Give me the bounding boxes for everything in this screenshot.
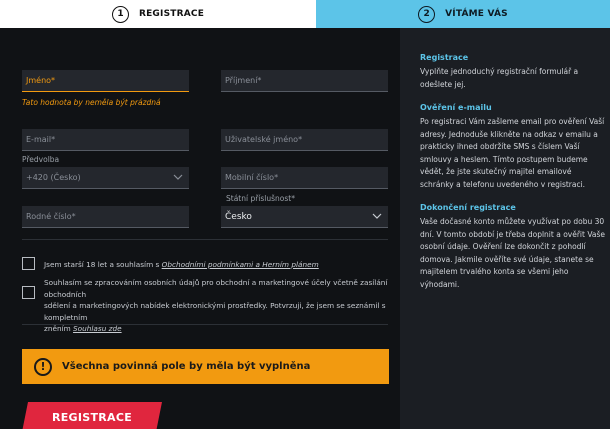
terms-checkbox[interactable]: [22, 257, 35, 270]
birth-number-placeholder: Rodné číslo*: [26, 212, 76, 221]
registration-steps: 1 REGISTRACE 2 VÍTÁME VÁS: [0, 0, 610, 28]
completion-heading: Dokončení registrace: [420, 203, 516, 212]
terms-label: Jsem starší 18 let a souhlasím s: [44, 260, 160, 269]
registrace-heading: Registrace: [420, 53, 469, 62]
email-field[interactable]: E-mail*: [22, 129, 189, 151]
first-name-field[interactable]: Jméno*: [22, 70, 189, 92]
step-label: VÍTÁME VÁS: [445, 9, 508, 19]
registrace-text: Vyplňte jednoduchý registrační formulář …: [420, 67, 579, 89]
first-name-error: Tato hodnota by neměla být prázdná: [22, 98, 161, 107]
completion-text: Vaše dočasné konto můžete využívat po do…: [420, 217, 605, 289]
mobile-field[interactable]: Mobilní číslo*: [221, 167, 388, 189]
birth-number-field[interactable]: Rodné číslo*: [22, 206, 189, 228]
consent-line-1: Souhlasím se zpracováním osobních údajů …: [44, 278, 388, 299]
consent-text: Souhlasím se zpracováním osobních údajů …: [44, 277, 394, 335]
terms-link[interactable]: Obchodními podmínkami a Herním plánem: [162, 260, 319, 269]
citizenship-value: Česko: [225, 211, 252, 222]
warning-icon: !: [34, 357, 52, 376]
step-number: 1: [111, 5, 129, 23]
chevron-down-icon: [173, 174, 183, 180]
username-placeholder: Uživatelské jméno*: [225, 135, 303, 144]
last-name-field[interactable]: Příjmení*: [221, 70, 388, 92]
prefix-select[interactable]: +420 (Česko): [22, 167, 189, 189]
citizenship-select[interactable]: Česko: [221, 206, 388, 228]
divider: [22, 324, 388, 325]
consent-checkbox[interactable]: [22, 286, 35, 299]
submit-button[interactable]: REGISTRACE: [22, 402, 162, 429]
last-name-placeholder: Příjmení*: [225, 76, 262, 85]
email-placeholder: E-mail*: [26, 135, 56, 144]
prefix-value: +420 (Česko): [26, 173, 81, 182]
validation-alert: ! Všechna povinná pole by měla být vypln…: [22, 349, 389, 384]
username-field[interactable]: Uživatelské jméno*: [221, 129, 388, 151]
email-verification-heading: Ověření e-mailu: [420, 103, 492, 112]
consent-line-3: zněním: [44, 324, 71, 333]
step-registrace: 1 REGISTRACE: [0, 0, 316, 28]
registration-form: Jméno* Tato hodnota by neměla být prázdn…: [0, 28, 400, 429]
citizenship-label: Státní příslušnost*: [226, 194, 295, 203]
divider: [22, 239, 388, 240]
mobile-placeholder: Mobilní číslo*: [225, 173, 279, 182]
step-vitame-vas: 2 VÍTÁME VÁS: [316, 0, 610, 28]
consent-link[interactable]: Souhlasu zde: [73, 324, 122, 333]
prefix-label: Předvolba: [22, 155, 60, 164]
first-name-placeholder: Jméno*: [26, 76, 56, 85]
step-number: 2: [418, 5, 436, 23]
terms-text: Jsem starší 18 let a souhlasím s Obchodn…: [44, 259, 384, 271]
info-sidebar: Registrace Vyplňte jednoduchý registračn…: [400, 28, 610, 429]
email-verification-text: Po registraci Vám zašleme email pro ověř…: [420, 117, 605, 189]
step-label: REGISTRACE: [138, 9, 205, 19]
alert-text: Všechna povinná pole by měla být vyplněn…: [62, 361, 311, 372]
chevron-down-icon: [372, 213, 382, 219]
consent-line-2: sdělení a marketingových nabídek elektro…: [44, 301, 386, 322]
